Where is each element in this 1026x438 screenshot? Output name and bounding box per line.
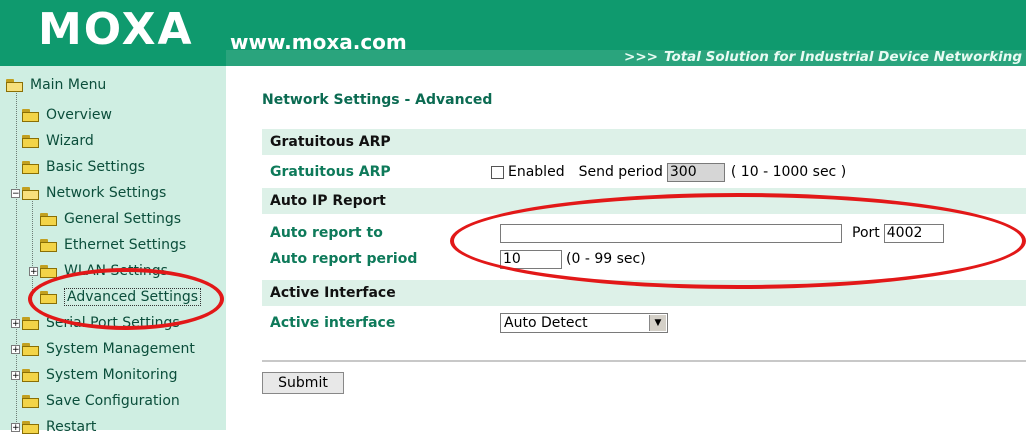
sidebar-item-general-settings[interactable]: General Settings: [40, 208, 181, 230]
field-label: Active interface: [270, 315, 396, 331]
send-period-range: ( 10 - 1000 sec ): [730, 164, 847, 180]
sidebar-item-overview[interactable]: Overview: [22, 104, 112, 126]
folder-icon: [22, 420, 40, 434]
sidebar-item-system-management[interactable]: + System Management: [11, 338, 195, 360]
expand-icon[interactable]: +: [11, 370, 20, 380]
folder-icon: [22, 394, 40, 408]
header-banner: MOXA www.moxa.com >>> Total Solution for …: [0, 0, 1026, 66]
sidebar-item-label: Save Configuration: [46, 393, 180, 409]
folder-icon: [22, 134, 40, 148]
folder-icon: [22, 160, 40, 174]
folder-icon: [40, 212, 58, 226]
annotation-ellipse-advanced-settings: [28, 268, 224, 330]
sidebar-item-label: Main Menu: [30, 77, 107, 93]
send-period-label: Send period: [578, 164, 663, 180]
folder-icon: [22, 342, 40, 356]
moxa-logo: MOXA: [38, 4, 194, 55]
sidebar-item-system-monitoring[interactable]: + System Monitoring: [11, 364, 178, 386]
gratuitous-arp-checkbox[interactable]: [491, 165, 504, 179]
section-title: Gratuitous ARP: [270, 134, 391, 150]
folder-icon: [22, 368, 40, 382]
sidebar-item-basic-settings[interactable]: Basic Settings: [22, 156, 145, 178]
section-gratuitous-arp: Gratuitous ARP: [262, 129, 1026, 155]
tagline-text: Total Solution for Industrial Device Net…: [663, 49, 1022, 65]
sidebar-item-label: Network Settings: [46, 185, 167, 201]
sidebar: Main Menu Overview Wizard Basic Settings…: [0, 66, 226, 435]
checkbox-label: Enabled: [508, 164, 565, 180]
folder-icon: [40, 238, 58, 252]
divider: [262, 360, 1026, 362]
sidebar-item-label: Restart: [46, 419, 97, 435]
folder-icon: [22, 316, 40, 330]
sidebar-item-label: System Management: [46, 341, 195, 357]
section-title: Active Interface: [270, 285, 396, 301]
annotation-ellipse-auto-ip: [450, 193, 1026, 289]
send-period-input[interactable]: 300: [666, 162, 725, 182]
expand-icon[interactable]: +: [11, 344, 20, 354]
folder-open-icon: [22, 186, 40, 200]
active-interface-select[interactable]: Auto Detect ▼: [500, 313, 668, 333]
sidebar-item-label: Basic Settings: [46, 159, 145, 175]
folder-icon: [40, 264, 58, 278]
row-active-interface: Active interface Auto Detect ▼: [262, 310, 1026, 336]
submit-button[interactable]: Submit: [262, 372, 344, 394]
field-label: Gratuitous ARP: [270, 164, 391, 180]
collapse-icon[interactable]: −: [11, 188, 20, 198]
row-gratuitous-arp: Gratuitous ARP Enabled Send period 300 (…: [262, 159, 1026, 185]
page-title: Network Settings - Advanced: [262, 92, 493, 108]
section-title: Auto IP Report: [270, 193, 386, 209]
sidebar-item-label: Wizard: [46, 133, 94, 149]
sidebar-item-label: Overview: [46, 107, 112, 123]
expand-icon[interactable]: +: [29, 266, 38, 276]
tagline-bar: >>> Total Solution for Industrial Device …: [226, 49, 1026, 66]
expand-icon[interactable]: +: [11, 422, 20, 432]
expand-icon[interactable]: +: [11, 318, 20, 328]
tagline: >>> Total Solution for Industrial Device …: [624, 49, 1022, 65]
sidebar-item-restart[interactable]: + Restart: [11, 416, 96, 438]
select-value: Auto Detect: [504, 315, 588, 331]
chevrons-icon: >>>: [624, 49, 658, 65]
sidebar-item-label: General Settings: [64, 211, 182, 227]
sidebar-item-network-settings[interactable]: − Network Settings: [11, 182, 166, 204]
sidebar-item-save-configuration[interactable]: Save Configuration: [22, 390, 180, 412]
sidebar-item-ethernet-settings[interactable]: Ethernet Settings: [40, 234, 186, 256]
sidebar-item-label: System Monitoring: [46, 367, 178, 383]
folder-icon: [22, 108, 40, 122]
sidebar-item-main-menu[interactable]: Main Menu: [6, 74, 106, 96]
folder-open-icon: [6, 78, 24, 92]
sidebar-item-wizard[interactable]: Wizard: [22, 130, 94, 152]
chevron-down-icon[interactable]: ▼: [649, 315, 666, 331]
sidebar-item-label: Ethernet Settings: [64, 237, 187, 253]
